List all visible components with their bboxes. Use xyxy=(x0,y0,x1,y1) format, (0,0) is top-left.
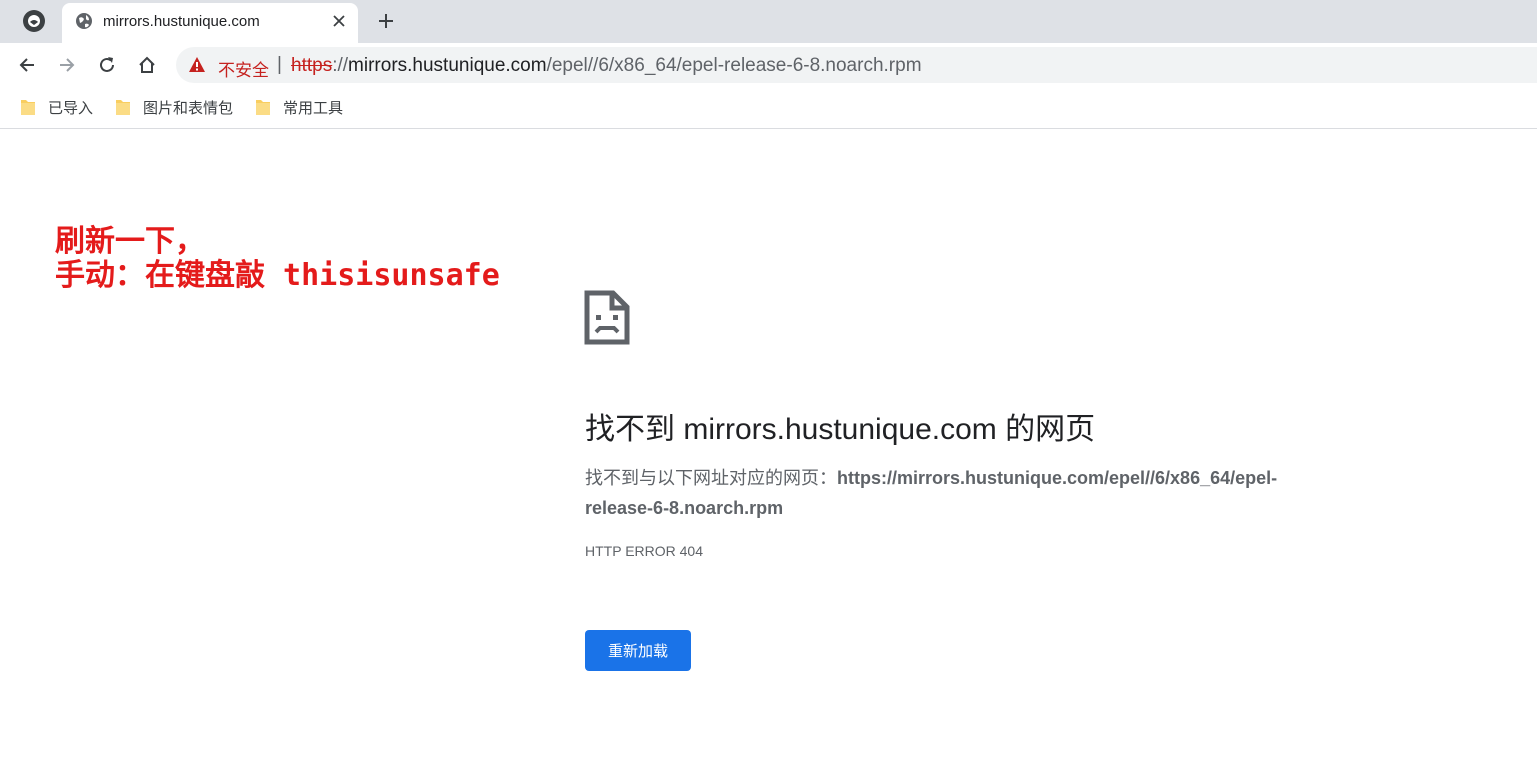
active-tab[interactable]: mirrors.hustunique.com xyxy=(62,3,358,43)
omnibox-separator: | xyxy=(277,54,282,75)
globe-icon xyxy=(76,13,92,29)
annotation-text: 刷新一下， 手动：在键盘敲 thisisunsafe xyxy=(55,225,500,293)
tab-title: mirrors.hustunique.com xyxy=(103,13,260,30)
warning-icon[interactable] xyxy=(188,56,206,74)
reload-button[interactable]: 重新加载 xyxy=(585,630,691,671)
profile-icon[interactable] xyxy=(23,10,45,32)
bookmarks-bar: 已导入 图片和表情包 常用工具 xyxy=(0,86,1537,129)
annotation-line-2: 手动：在键盘敲 thisisunsafe xyxy=(55,258,500,293)
bookmark-folder-tools[interactable]: 常用工具 xyxy=(255,96,343,118)
url-scheme-separator: :// xyxy=(332,55,349,76)
reload-icon[interactable] xyxy=(93,51,121,79)
bookmark-label: 已导入 xyxy=(48,99,94,117)
error-description-prefix: 找不到与以下网址对应的网页： xyxy=(585,468,837,488)
home-icon[interactable] xyxy=(133,51,161,79)
error-code: HTTP ERROR 404 xyxy=(585,543,703,559)
new-tab-icon[interactable] xyxy=(374,9,398,33)
error-title: 找不到 mirrors.hustunique.com 的网页 xyxy=(585,413,1096,446)
close-tab-icon[interactable] xyxy=(328,10,350,32)
sad-page-icon xyxy=(584,290,630,345)
bookmark-label: 图片和表情包 xyxy=(143,99,234,117)
url-path: /epel//6/x86_64/epel-release-6-8.noarch.… xyxy=(546,55,922,76)
address-bar[interactable]: 不安全 | https://mirrors.hustunique.com/epe… xyxy=(176,47,1537,83)
url-host: mirrors.hustunique.com xyxy=(348,55,547,76)
forward-icon[interactable] xyxy=(53,51,81,79)
security-label[interactable]: 不安全 xyxy=(218,56,269,81)
tab-strip: mirrors.hustunique.com xyxy=(0,0,1537,43)
error-description: 找不到与以下网址对应的网页：https://mirrors.hustunique… xyxy=(585,463,1345,523)
url-text[interactable]: https://mirrors.hustunique.com/epel//6/x… xyxy=(291,55,922,77)
annotation-line-1: 刷新一下， xyxy=(55,224,205,259)
bookmark-folder-imported[interactable]: 已导入 xyxy=(20,96,93,118)
bookmark-folder-images[interactable]: 图片和表情包 xyxy=(115,96,233,118)
url-scheme: https xyxy=(291,55,333,76)
back-icon[interactable] xyxy=(13,51,41,79)
folder-icon xyxy=(256,100,270,115)
bookmark-label: 常用工具 xyxy=(283,99,344,117)
toolbar: 不安全 | https://mirrors.hustunique.com/epe… xyxy=(0,43,1537,86)
folder-icon xyxy=(116,100,130,115)
folder-icon xyxy=(21,100,35,115)
